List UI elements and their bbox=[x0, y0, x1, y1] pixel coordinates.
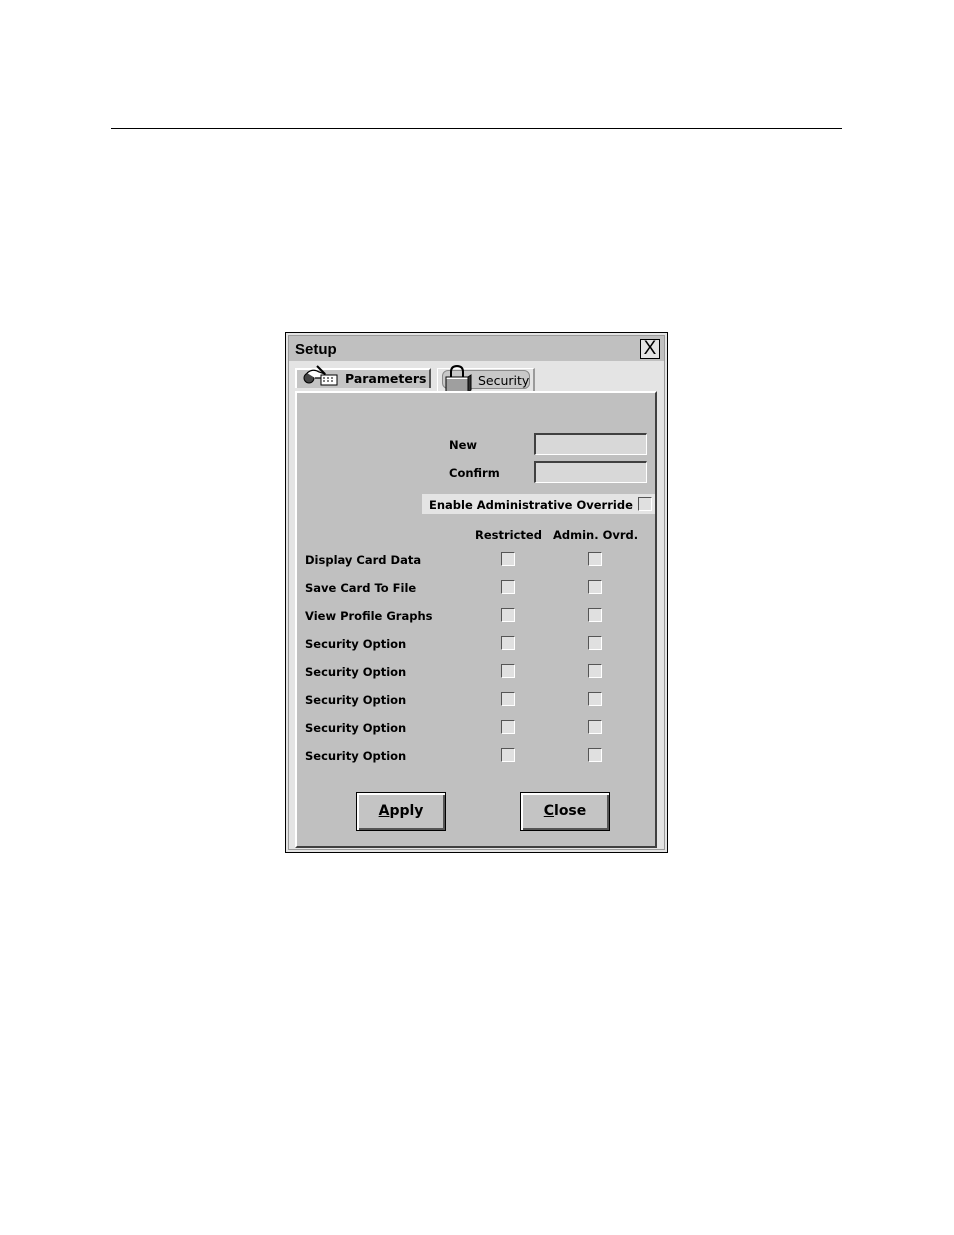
override-label: Enable Administrative Override bbox=[429, 498, 633, 512]
close-x-icon: X bbox=[643, 338, 657, 359]
option-label: View Profile Graphs bbox=[305, 609, 433, 623]
close-dialog-button[interactable]: Close bbox=[520, 792, 610, 831]
column-header-admin-override: Admin. Ovrd. bbox=[553, 528, 639, 542]
apply-mnemonic: A bbox=[378, 803, 390, 819]
override-row: Enable Administrative Override bbox=[422, 494, 655, 514]
dialog-frame: Setup X Parameters Security New Confirm … bbox=[288, 335, 665, 850]
tab-parameters-label: Parameters bbox=[345, 371, 427, 386]
admin-override-checkbox[interactable] bbox=[588, 580, 602, 594]
security-panel: New Confirm Enable Administrative Overri… bbox=[295, 391, 657, 848]
admin-override-checkbox[interactable] bbox=[588, 720, 602, 734]
option-label: Security Option bbox=[305, 693, 407, 707]
restricted-checkbox[interactable] bbox=[501, 692, 515, 706]
tab-security-label: Security bbox=[478, 373, 530, 388]
restricted-checkbox[interactable] bbox=[501, 664, 515, 678]
apply-label: pply bbox=[389, 803, 424, 819]
new-password-label: New bbox=[449, 438, 478, 452]
close-label: lose bbox=[554, 803, 587, 819]
option-label: Save Card To File bbox=[305, 581, 417, 595]
tab-parameters[interactable]: Parameters bbox=[295, 365, 431, 388]
restricted-checkbox[interactable] bbox=[501, 580, 515, 594]
confirm-password-label: Confirm bbox=[449, 466, 500, 480]
admin-override-checkbox[interactable] bbox=[588, 692, 602, 706]
admin-override-checkbox[interactable] bbox=[588, 636, 602, 650]
setup-dialog: Setup X Parameters Security New Confirm … bbox=[285, 332, 668, 853]
override-checkbox[interactable] bbox=[638, 497, 652, 511]
option-label: Security Option bbox=[305, 749, 407, 763]
admin-override-checkbox[interactable] bbox=[588, 608, 602, 622]
option-label: Security Option bbox=[305, 721, 407, 735]
restricted-checkbox[interactable] bbox=[501, 608, 515, 622]
tab-security[interactable]: Security bbox=[437, 364, 535, 393]
new-password-input[interactable] bbox=[534, 433, 647, 455]
option-label: Security Option bbox=[305, 637, 407, 651]
dialog-title: Setup bbox=[295, 341, 337, 358]
column-header-restricted: Restricted bbox=[475, 528, 542, 542]
option-label: Security Option bbox=[305, 665, 407, 679]
close-mnemonic: C bbox=[543, 803, 555, 819]
restricted-checkbox[interactable] bbox=[501, 552, 515, 566]
title-bar[interactable]: Setup X bbox=[289, 336, 664, 361]
admin-override-checkbox[interactable] bbox=[588, 552, 602, 566]
hand-keypad-icon bbox=[303, 364, 339, 386]
padlock-icon bbox=[443, 364, 473, 394]
option-label: Display Card Data bbox=[305, 553, 422, 567]
close-button[interactable]: X bbox=[640, 339, 660, 359]
apply-button[interactable]: Apply bbox=[356, 792, 446, 831]
restricted-checkbox[interactable] bbox=[501, 636, 515, 650]
restricted-checkbox[interactable] bbox=[501, 748, 515, 762]
admin-override-checkbox[interactable] bbox=[588, 664, 602, 678]
page-top-rule bbox=[111, 128, 842, 129]
admin-override-checkbox[interactable] bbox=[588, 748, 602, 762]
restricted-checkbox[interactable] bbox=[501, 720, 515, 734]
confirm-password-input[interactable] bbox=[534, 461, 647, 483]
